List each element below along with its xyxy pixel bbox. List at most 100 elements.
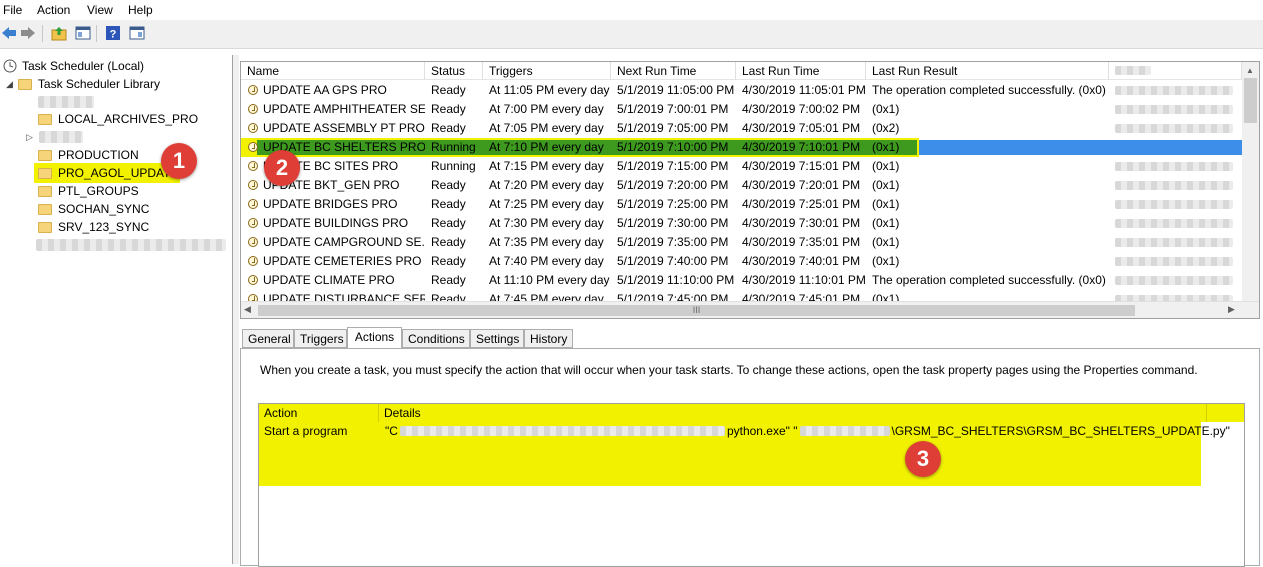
menu-file[interactable]: File — [3, 3, 22, 17]
tab-general[interactable]: General — [242, 329, 294, 348]
properties-pane-icon[interactable] — [128, 24, 146, 42]
redacted-cell — [1115, 238, 1233, 247]
task-cell-trigger: At 11:10 PM every day — [489, 273, 610, 287]
task-row[interactable]: UPDATE BUILDINGS PRO Ready At 7:30 PM ever… — [241, 214, 1259, 233]
column-header-triggers[interactable]: Triggers — [483, 62, 611, 80]
task-clock-icon — [248, 256, 258, 266]
pane-splitter[interactable] — [233, 55, 239, 564]
redacted-cell — [1115, 257, 1233, 266]
tree-folder-redacted-3[interactable] — [36, 236, 226, 254]
task-row[interactable]: UPDATE BC SHELTERS PRO Running At 7:10 PM … — [241, 138, 1259, 157]
up-folder-icon[interactable] — [50, 24, 68, 42]
tab-conditions[interactable]: Conditions — [402, 329, 470, 348]
task-row[interactable]: UPDATE CLIMATE PRO Ready At 11:10 PM every… — [241, 271, 1259, 290]
scroll-left-icon[interactable]: ◀ — [244, 304, 251, 315]
forward-arrow-icon[interactable] — [19, 24, 37, 42]
menu-view[interactable]: View — [87, 3, 113, 17]
task-cell-trigger: At 7:20 PM every day — [489, 178, 604, 192]
redacted-cell — [1115, 181, 1233, 190]
task-row[interactable]: UPDATE BKT_GEN PRO Ready At 7:20 PM every … — [241, 176, 1259, 195]
task-clock-icon — [248, 104, 258, 114]
vertical-scrollbar[interactable]: ▲ — [1242, 62, 1259, 301]
back-arrow-icon[interactable] — [0, 24, 18, 42]
task-cell-result: (0x1) — [872, 102, 900, 116]
task-cell-last: 4/30/2019 7:25:01 PM — [742, 197, 861, 211]
task-cell-next: 5/1/2019 7:35:00 PM — [617, 235, 729, 249]
task-cell-name: UPDATE CAMPGROUND SE... — [263, 235, 425, 249]
task-row[interactable]: UPDATE CAMPGROUND SE... Ready At 7:35 PM e… — [241, 233, 1259, 252]
task-clock-icon — [248, 123, 258, 133]
tree-folder-sochan-sync[interactable]: SOCHAN_SYNC — [38, 200, 149, 218]
redacted-cell — [1115, 162, 1233, 171]
column-header-details[interactable]: Details — [379, 404, 1207, 422]
column-header-action[interactable]: Action — [259, 404, 379, 422]
redacted-header — [1115, 66, 1151, 75]
redacted-folder-name — [38, 96, 94, 108]
tree-folder-label: PRO_AGOL_UPDATE — [58, 166, 179, 180]
menu-action[interactable]: Action — [37, 3, 70, 17]
tree-root[interactable]: Task Scheduler (Local) — [3, 57, 144, 75]
task-cell-name: UPDATE ASSEMBLY PT PRO — [263, 121, 425, 135]
tab-actions[interactable]: Actions — [347, 327, 402, 349]
action-row-type[interactable]: Start a program — [264, 424, 347, 438]
task-row[interactable]: UPDATE BRIDGES PRO Ready At 7:25 PM every … — [241, 195, 1259, 214]
task-cell-status: Ready — [431, 102, 466, 116]
tab-settings[interactable]: Settings — [470, 329, 524, 348]
tab-history[interactable]: History — [524, 329, 573, 348]
menu-help[interactable]: Help — [128, 3, 153, 17]
tree-folder-redacted-2[interactable]: ▷ — [26, 128, 83, 146]
task-cell-trigger: At 7:15 PM every day — [489, 159, 604, 173]
redacted-folder-name — [38, 131, 83, 143]
column-header-status[interactable]: Status — [425, 62, 483, 80]
task-cell-trigger: At 7:25 PM every day — [489, 197, 604, 211]
task-cell-result: (0x1) — [872, 197, 900, 211]
task-cell-trigger: At 7:05 PM every day — [489, 121, 604, 135]
task-cell-result: The operation completed successfully. (0… — [872, 83, 1106, 97]
tree-folder-local-archives[interactable]: LOCAL_ARCHIVES_PRO — [38, 110, 198, 128]
tree-folder-ptl-groups[interactable]: PTL_GROUPS — [38, 182, 139, 200]
task-row[interactable]: UPDATE ASSEMBLY PT PRO Ready At 7:05 PM ev… — [241, 119, 1259, 138]
details-script-path: \GRSM_BC_SHELTERS\GRSM_BC_SHELTERS_UPDAT… — [891, 424, 1230, 438]
horizontal-scrollbar[interactable]: ◀ III ▶ — [241, 301, 1259, 318]
redacted-cell — [1115, 219, 1233, 228]
task-row[interactable]: UPDATE AMPHITHEATER SE... Ready At 7:00 PM… — [241, 100, 1259, 119]
task-cell-status: Ready — [431, 235, 466, 249]
task-cell-status: Ready — [431, 273, 466, 287]
tab-triggers[interactable]: Triggers — [294, 329, 347, 348]
action-row-details[interactable]: "C python.exe" " \GRSM_BC_SHELTERS\GRSM_… — [385, 424, 1230, 438]
task-cell-status: Ready — [431, 216, 466, 230]
folder-icon — [38, 149, 52, 161]
scroll-up-icon[interactable]: ▲ — [1246, 66, 1254, 75]
task-cell-last: 4/30/2019 11:10:01 PM — [742, 273, 866, 287]
help-icon[interactable]: ? — [104, 24, 122, 42]
scroll-thumb[interactable] — [1244, 78, 1257, 123]
tree-folder-production[interactable]: PRODUCTION — [38, 146, 139, 164]
task-cell-next: 5/1/2019 7:25:00 PM — [617, 197, 729, 211]
column-header-name[interactable]: Name — [241, 62, 425, 80]
task-row[interactable]: UPDATE CEMETERIES PRO Ready At 7:40 PM eve… — [241, 252, 1259, 271]
task-row[interactable]: UPDATE AA GPS PRO Ready At 11:05 PM every … — [241, 81, 1259, 100]
task-clock-icon — [248, 218, 258, 228]
tree-library[interactable]: ◢ Task Scheduler Library — [6, 75, 160, 93]
column-header-redacted[interactable] — [1109, 62, 1242, 80]
tree-folder-redacted[interactable] — [38, 93, 94, 111]
tree-folder-pro-agol-update[interactable]: PRO_AGOL_UPDATE — [34, 163, 180, 183]
task-cell-trigger: At 11:05 PM every day — [489, 83, 610, 97]
task-cell-next: 5/1/2019 11:05:00 PM — [617, 83, 735, 97]
task-cell-last: 4/30/2019 11:05:01 PM — [742, 83, 866, 97]
collapsed-arrow-icon[interactable]: ▷ — [26, 132, 33, 143]
console-tree: Task Scheduler (Local) ◢ Task Scheduler … — [0, 55, 233, 564]
redacted-cell — [1115, 276, 1233, 285]
task-cell-trigger: At 7:00 PM every day — [489, 102, 604, 116]
column-header-last-run-time[interactable]: Last Run Time — [736, 62, 866, 80]
annotation-badge-3: 3 — [905, 441, 941, 477]
tree-folder-srv-123-sync[interactable]: SRV_123_SYNC — [38, 218, 149, 236]
scroll-right-icon[interactable]: ▶ — [1228, 304, 1235, 315]
task-row[interactable]: UPDATE BC SITES PRO Running At 7:15 PM eve… — [241, 157, 1259, 176]
folder-icon — [17, 78, 32, 90]
horizontal-scroll-thumb[interactable]: III — [258, 305, 1135, 316]
column-header-next-run-time[interactable]: Next Run Time — [611, 62, 736, 80]
column-header-last-run-result[interactable]: Last Run Result — [866, 62, 1109, 80]
expand-arrow-icon[interactable]: ◢ — [6, 79, 13, 90]
show-hide-console-tree-icon[interactable] — [74, 24, 92, 42]
